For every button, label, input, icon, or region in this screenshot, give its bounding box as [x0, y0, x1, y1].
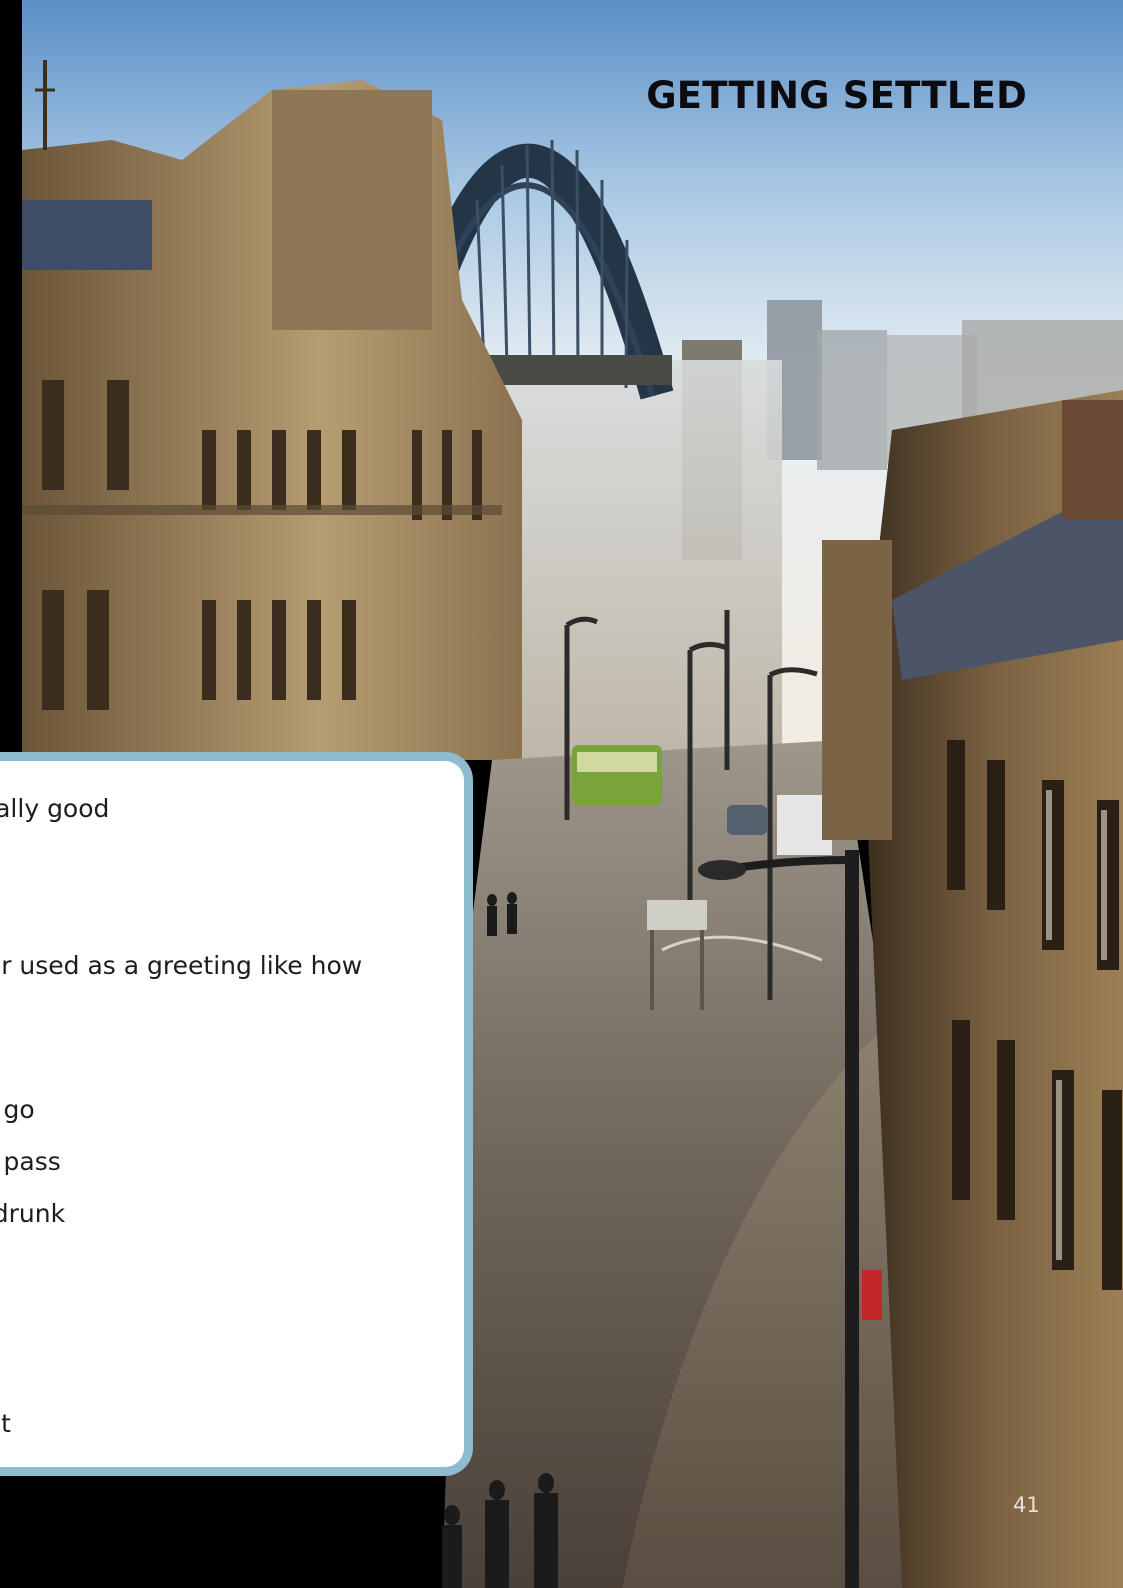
page-heading: GETTING SETTLED [646, 74, 1027, 117]
glossary-line: or pass [0, 1147, 61, 1176]
glossary-line: y drunk [0, 1199, 66, 1228]
page-number: 41 [1013, 1493, 1040, 1517]
glossary-line: not [0, 1409, 11, 1438]
glossary-line: really good [0, 794, 110, 823]
glossary-line: , or used as a greeting like how [0, 951, 363, 980]
glossary-card: really good n , or used as a greeting li… [0, 752, 473, 1476]
glossary-line: or go [0, 1095, 35, 1124]
